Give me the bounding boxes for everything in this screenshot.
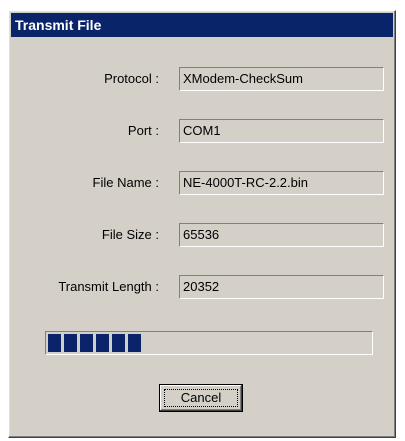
transmit-file-dialog: Transmit File Protocol : XModem-CheckSum… bbox=[8, 10, 396, 438]
protocol-label: Protocol : bbox=[104, 71, 159, 86]
transmit-length-field: 20352 bbox=[179, 275, 384, 299]
protocol-field: XModem-CheckSum bbox=[179, 67, 384, 91]
cancel-button-label: Cancel bbox=[164, 389, 238, 407]
port-label: Port : bbox=[127, 123, 159, 138]
file-size-field: 65536 bbox=[179, 223, 384, 247]
port-field: COM1 bbox=[179, 119, 384, 143]
dialog-title: Transmit File bbox=[11, 13, 393, 37]
file-name-label: File Name : bbox=[92, 175, 159, 190]
cancel-button[interactable]: Cancel bbox=[159, 384, 243, 412]
file-name-field: NE-4000T-RC-2.2.bin bbox=[179, 171, 384, 195]
file-size-label: File Size : bbox=[101, 227, 159, 242]
transfer-progress-bar bbox=[45, 331, 373, 355]
transmit-length-label: Transmit Length : bbox=[58, 279, 159, 294]
progress-fill bbox=[48, 334, 141, 352]
